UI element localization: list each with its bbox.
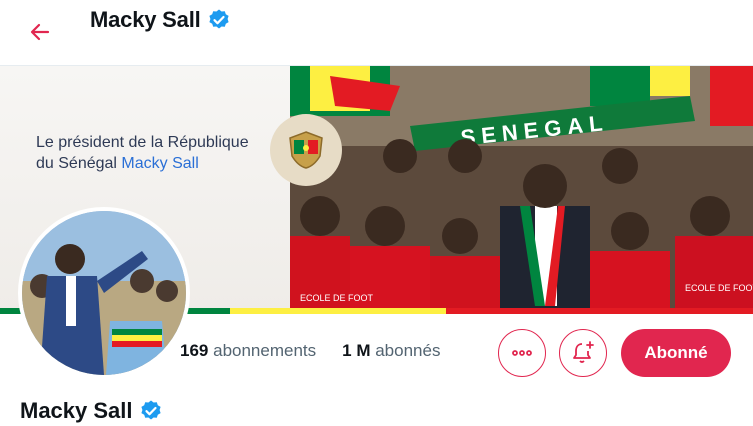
banner-caption: Le président de la République du Sénégal… [36,132,266,174]
header-title: Macky Sall [90,7,231,33]
header-name: Macky Sall [90,7,201,32]
following-count: 169 [180,341,209,360]
bell-plus-icon [573,341,594,363]
svg-text:ECOLE DE FOOT: ECOLE DE FOOT [685,283,753,293]
followers-label: abonnés [375,341,441,360]
followers-count: 1 M [342,341,371,360]
back-button[interactable] [22,14,58,50]
svg-text:ECOLE DE FOOT: ECOLE DE FOOT [300,293,374,303]
subscribed-button[interactable]: Abonné [621,329,731,377]
profile-name-row: Macky Sall [20,398,163,424]
following-stat[interactable]: 169 abonnements [180,341,316,361]
more-options-button[interactable] [498,329,546,377]
arrow-left-icon [30,23,50,41]
profile-stats: 169 abonnements 1 M abonnés [180,341,440,361]
banner-photo: SENEGAL ECOLE DE FOOT ECOLE DE FOOT [290,66,753,314]
more-options-icon [512,350,532,356]
republic-seal-icon [270,114,342,186]
profile-avatar[interactable] [18,207,190,379]
flag-stripe-yellow [230,308,446,314]
verified-badge-icon [140,400,161,420]
profile-name: Macky Sall [20,398,133,423]
following-label: abonnements [213,341,317,360]
top-bar: Macky Sall [0,0,753,66]
verified-badge-icon [208,9,229,29]
notifications-button[interactable] [559,329,607,377]
followers-stat[interactable]: 1 M abonnés [342,341,440,361]
flag-stripe-red [446,308,753,314]
banner-caption-highlight: Macky Sall [121,155,199,172]
